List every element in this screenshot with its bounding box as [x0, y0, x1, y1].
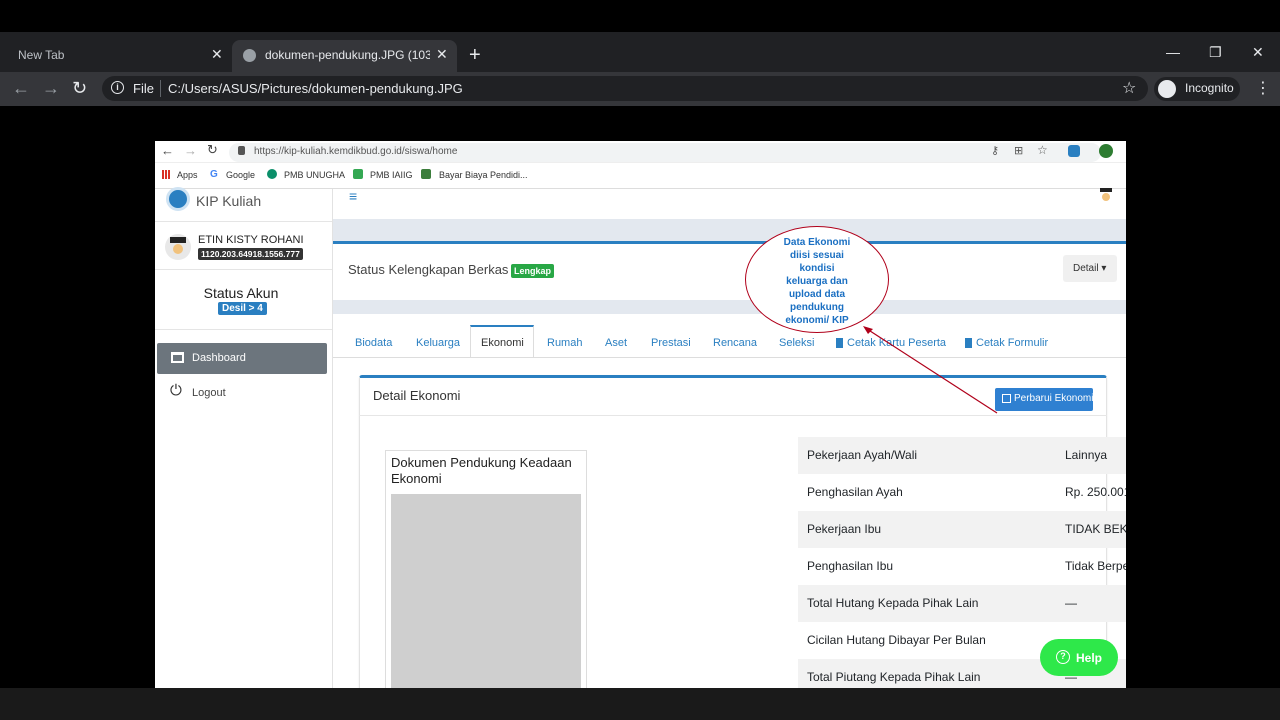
tab-active[interactable]: dokumen-pendukung.JPG (1035× ✕ — [232, 40, 457, 72]
new-tab-icon[interactable]: + — [469, 44, 481, 67]
annotation-line: pendukung — [790, 302, 844, 313]
forward-icon[interactable]: → — [42, 78, 60, 99]
minimize-icon[interactable]: — — [1166, 44, 1180, 60]
reload-icon[interactable]: ↻ — [72, 78, 87, 99]
address-bar[interactable]: i File C:/Users/ASUS/Pictures/dokumen-pe… — [102, 76, 1148, 101]
bottom-bar — [0, 688, 1280, 720]
star-icon[interactable]: ☆ — [1122, 78, 1136, 98]
screen: New Tab ✕ dokumen-pendukung.JPG (1035× ✕… — [0, 0, 1280, 720]
help-label: Help — [1076, 651, 1103, 665]
annotation-line: ekonomi/ KIP — [785, 315, 849, 326]
annotation-line: kondisi — [799, 263, 835, 274]
annotation-line: keluarga dan — [786, 276, 848, 287]
tab-label: New Tab — [18, 48, 65, 62]
document-image: ← → ↻ https://kip-kuliah.kemdikbud.go.id… — [155, 141, 1126, 688]
menu-kebab-icon[interactable]: ⋮ — [1255, 78, 1271, 98]
tab-label: dokumen-pendukung.JPG (1035× — [265, 48, 430, 62]
info-icon[interactable]: i — [111, 81, 124, 94]
annotation-line: Data Ekonomi — [783, 237, 851, 248]
address-text: C:/Users/ASUS/Pictures/dokumen-pendukung… — [168, 81, 463, 96]
back-icon[interactable]: ← — [12, 78, 30, 99]
incognito-icon — [1158, 80, 1176, 98]
file-label: File — [133, 81, 154, 96]
annotation-bubble: Data Ekonomi diisi sesuai kondisi keluar… — [745, 226, 889, 333]
divider — [160, 80, 161, 97]
close-icon[interactable]: ✕ — [436, 46, 448, 63]
close-icon[interactable]: ✕ — [211, 46, 223, 63]
incognito-label: Incognito — [1185, 81, 1234, 95]
annotation-line: upload data — [788, 289, 846, 300]
annotation-arrow — [863, 326, 998, 414]
globe-icon — [243, 49, 256, 62]
incognito-indicator[interactable]: Incognito — [1154, 77, 1240, 101]
annotation-line: diisi sesuai — [790, 250, 844, 261]
help-button[interactable]: ? Help — [1040, 639, 1118, 676]
restore-icon[interactable]: ❐ — [1209, 44, 1222, 61]
question-icon: ? — [1056, 650, 1070, 664]
close-window-icon[interactable]: ✕ — [1252, 44, 1264, 61]
tab-new-tab[interactable]: New Tab ✕ — [0, 40, 232, 72]
